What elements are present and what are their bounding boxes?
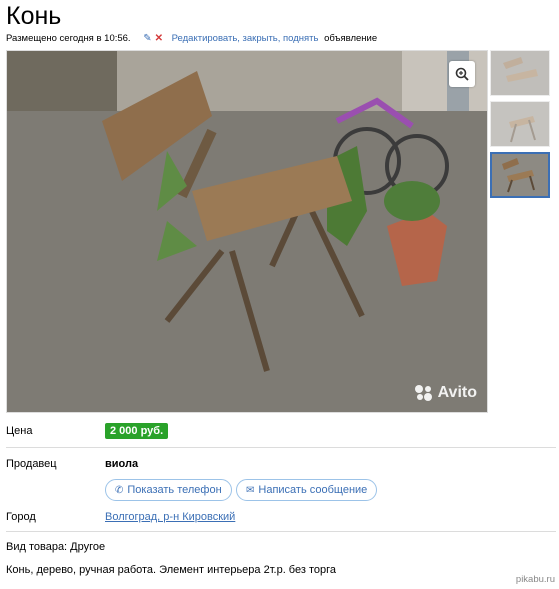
city-label: Город (6, 511, 36, 523)
avito-watermark: Avito (414, 384, 477, 402)
edit-suffix: объявление (324, 33, 378, 44)
divider (6, 531, 556, 532)
thumbnail-1[interactable] (490, 50, 550, 96)
main-photo[interactable]: Avito (6, 50, 488, 413)
horse-photo-illustration (7, 51, 487, 412)
write-message-button[interactable]: ✉ Написать сообщение (236, 479, 378, 501)
item-description: Конь, дерево, ручная работа. Элемент инт… (6, 564, 336, 576)
thumbnail-strip (490, 50, 552, 203)
close-icon[interactable]: ✕ (155, 33, 163, 44)
listing-meta: Размещено сегодня в 10:56. ✎ ✕ Редактиров… (6, 33, 377, 44)
price-badge: 2 000 руб. (105, 423, 169, 439)
site-credit: pikabu.ru (515, 574, 555, 585)
pencil-icon[interactable]: ✎ (143, 33, 151, 44)
posted-date: Размещено сегодня в 10:56. (6, 33, 131, 44)
price-label: Цена (6, 425, 33, 437)
divider (6, 447, 556, 448)
envelope-icon: ✉ (246, 484, 255, 496)
show-phone-button[interactable]: ✆ Показать телефон (105, 479, 232, 501)
edit-listing-link[interactable]: Редактировать, закрыть, поднять (172, 33, 319, 44)
avito-logo-icon (414, 385, 432, 401)
seller-name: виола (105, 458, 139, 470)
phone-icon: ✆ (115, 484, 124, 496)
page-title: Конь (6, 2, 62, 30)
zoom-icon[interactable] (449, 61, 475, 87)
city-link[interactable]: Волгоград, р-н Кировский (105, 511, 235, 523)
thumbnail-2[interactable] (490, 101, 550, 147)
item-category: Вид товара: Другое (6, 541, 106, 553)
thumbnail-3[interactable] (490, 152, 550, 198)
seller-label: Продавец (6, 458, 57, 470)
